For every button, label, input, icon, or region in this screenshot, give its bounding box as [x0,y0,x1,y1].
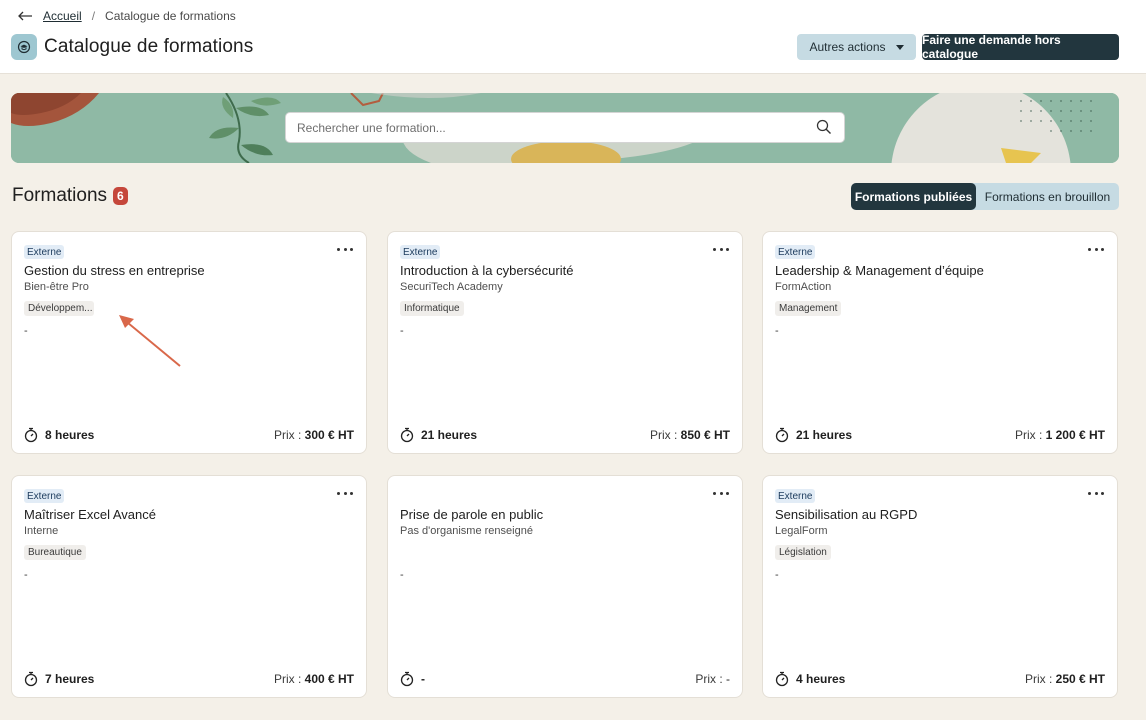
tag-external: Externe [775,489,816,503]
card-organization: LegalForm [775,525,828,537]
status-tabs: Formations publiées Formations en brouil… [851,183,1119,210]
card-category: Management [775,301,842,316]
card-title: Leadership & Management d’équipe [775,263,984,278]
training-card[interactable]: Prise de parole en public Pas d'organism… [387,475,743,698]
card-duration: 21 heures [796,428,853,442]
timer-icon [400,427,414,443]
card-organization: FormAction [775,281,832,293]
card-price: Prix : 1 200 € HT [1015,428,1105,442]
card-category: Développem... [24,301,94,316]
card-duration: 21 heures [421,428,478,442]
price-value: 850 € HT [680,428,730,442]
card-organization: Bien-être Pro [24,281,89,293]
card-price: Prix : 300 € HT [274,428,354,442]
timer-icon [775,671,789,687]
more-options-icon[interactable] [1088,488,1104,498]
more-options-icon[interactable] [337,488,353,498]
card-price: Prix : 250 € HT [1025,672,1105,686]
breadcrumb-current: Catalogue de formations [105,9,236,23]
price-value: 400 € HT [304,672,354,686]
card-category: Législation [775,545,831,560]
price-value: 250 € HT [1055,672,1105,686]
training-card[interactable]: Externe Sensibilisation au RGPD LegalFor… [762,475,1118,698]
price-label: Prix : [1014,428,1046,442]
search-icon[interactable] [816,119,832,135]
card-title: Prise de parole en public [400,507,544,522]
card-duration: 4 heures [796,672,846,686]
tag-external: Externe [24,489,65,503]
tag-external: Externe [775,245,816,259]
breadcrumb: Accueil / Catalogue de formations [17,8,236,24]
request-off-catalog-button[interactable]: Faire une demande hors catalogue [922,33,1119,61]
card-description: - [775,569,779,581]
price-label: Prix : [695,672,726,686]
more-actions-button[interactable]: Autres actions [797,34,916,60]
price-label: Prix : [273,672,305,686]
card-description: - [24,325,28,337]
more-options-icon[interactable] [713,488,729,498]
card-description: - [775,325,779,337]
timer-icon [24,671,38,687]
card-description: - [400,569,404,581]
graduation-cap-icon [11,34,37,60]
back-arrow-icon[interactable] [17,9,33,23]
search-field[interactable] [285,112,845,143]
tag-external: Externe [24,245,65,259]
card-organization: Interne [24,525,59,537]
price-label: Prix : [1024,672,1056,686]
card-price: Prix : - [695,672,730,686]
card-price: Prix : 400 € HT [274,672,354,686]
timer-icon [775,427,789,443]
card-description: - [400,325,404,337]
search-input[interactable] [297,113,797,142]
price-value: - [726,672,730,686]
timer-icon [400,671,414,687]
more-options-icon[interactable] [713,244,729,254]
count-badge: 6 [113,187,128,205]
tab-published[interactable]: Formations publiées [851,183,976,210]
more-actions-label: Autres actions [809,40,886,54]
card-category: Bureautique [24,545,86,560]
card-description: - [24,569,28,581]
price-label: Prix : [273,428,305,442]
card-title: Introduction à la cybersécurité [400,263,574,278]
price-label: Prix : [649,428,681,442]
tag-external: Externe [400,245,441,259]
card-title: Maîtriser Excel Avancé [24,507,156,522]
card-title: Sensibilisation au RGPD [775,507,918,522]
more-options-icon[interactable] [1088,244,1104,254]
training-card[interactable]: Externe Leadership & Management d’équipe… [762,231,1118,454]
training-card[interactable]: Externe Introduction à la cybersécurité … [387,231,743,454]
card-category: Informatique [400,301,464,316]
card-organization: SecuriTech Academy [400,281,503,293]
price-value: 1 200 € HT [1045,428,1105,442]
card-price: Prix : 850 € HT [650,428,730,442]
training-card[interactable]: Externe Maîtriser Excel Avancé Interne B… [11,475,367,698]
page-header: Catalogue de formations [11,34,253,60]
more-options-icon[interactable] [337,244,353,254]
timer-icon [24,427,38,443]
breadcrumb-home-link[interactable]: Accueil [43,9,82,23]
price-value: 300 € HT [304,428,354,442]
tab-draft[interactable]: Formations en brouillon [976,183,1119,210]
card-duration: 7 heures [45,672,95,686]
card-title: Gestion du stress en entreprise [24,263,205,278]
top-bar: Accueil / Catalogue de formations Catalo… [0,0,1146,74]
card-duration: 8 heures [45,428,95,442]
annotation-arrow-icon [119,315,181,367]
card-duration: - [421,672,425,686]
breadcrumb-separator: / [91,9,96,23]
section-title: Formations [12,185,108,206]
section-header: Formations 6 [12,185,128,207]
card-organization: Pas d'organisme renseigné [400,525,533,537]
page-title: Catalogue de formations [44,36,254,57]
caret-down-icon [895,44,904,50]
